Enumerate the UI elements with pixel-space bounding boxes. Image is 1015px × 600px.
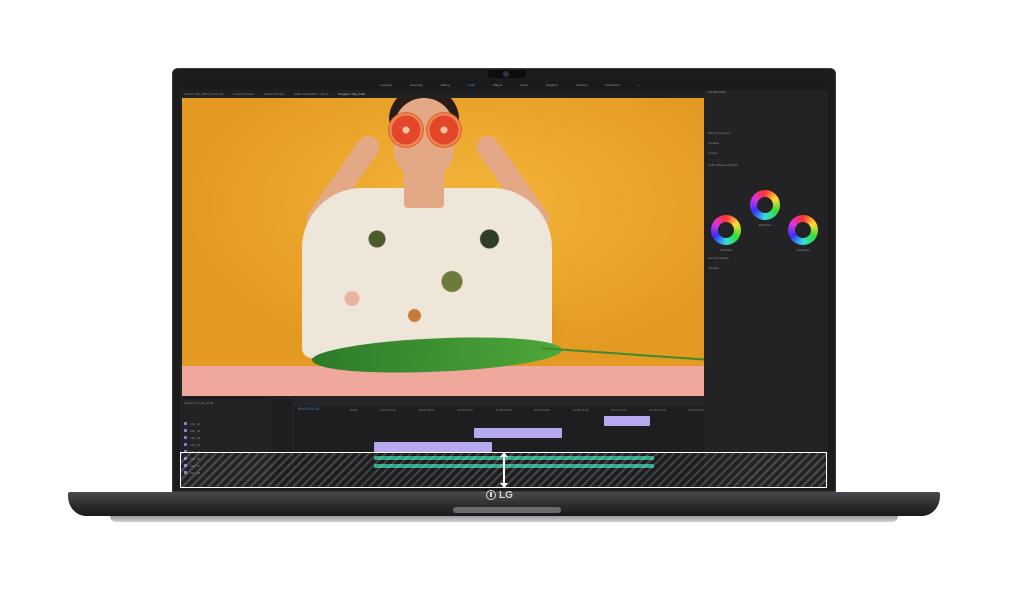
laptop-screen: Learning Assembly Editing Color Effects … <box>180 80 828 488</box>
project-title: Project: Lumetri_Final <box>184 400 214 405</box>
panel-tab[interactable]: Lumetri Scopes <box>233 92 254 96</box>
workspace-tab[interactable]: Assembly <box>410 83 423 87</box>
lg-logo-icon <box>486 490 496 500</box>
midtones-label: Midtones <box>758 223 772 227</box>
panel-tab[interactable]: Audio Track Mixer: Clip_A <box>294 92 329 96</box>
project-item[interactable]: Clip_04 <box>184 442 268 447</box>
section-basic[interactable]: Basic Correction <box>708 130 730 136</box>
ruler-tick: 00:00:10:00 <box>534 408 550 412</box>
highlights-label: Highlights <box>796 248 810 252</box>
shadows-label: Shadows <box>719 248 733 252</box>
laptop-base-lip <box>110 516 898 522</box>
timeline-header <box>294 398 704 406</box>
timeline-timecode[interactable]: 00:00:01:19 <box>298 406 319 411</box>
workspace-tab[interactable]: Production <box>605 83 619 87</box>
ruler-tick: 00:00 <box>350 408 358 412</box>
workspace-tab-active[interactable]: Color <box>468 83 475 87</box>
brand-mark: LG <box>486 489 513 501</box>
ruler-tick: 00:00:18:00 <box>688 408 704 412</box>
grapefruit-half-left <box>388 112 424 148</box>
panel-tab-active[interactable]: Program: Clip_Final <box>338 92 365 96</box>
midtones-wheel[interactable] <box>750 190 780 220</box>
highlights-wheel[interactable] <box>788 215 818 245</box>
panel-tab[interactable]: Effect Controls <box>264 92 284 96</box>
program-monitor[interactable] <box>182 98 704 396</box>
ruler-tick: 00:00:12:00 <box>572 408 589 412</box>
panel-tab[interactable]: Source: Clip_Main_Final.mp4 <box>184 92 223 96</box>
webcam <box>488 70 526 78</box>
project-item[interactable]: Clip_03 <box>184 435 268 440</box>
ruler-tick: 00:00:02:00 <box>380 408 396 412</box>
opening-notch <box>453 507 561 513</box>
video-clip[interactable] <box>604 416 650 426</box>
grapefruit-half-right <box>426 112 462 148</box>
ruler-tick: 00:00:04:00 <box>418 408 435 412</box>
double-arrow-icon <box>500 452 508 488</box>
video-clip[interactable] <box>374 442 492 452</box>
section-color-wheels[interactable]: Color Wheels & Match <box>708 162 738 168</box>
panel-tab-bar: Source: Clip_Main_Final.mp4 Lumetri Scop… <box>180 90 704 97</box>
workspace-tab[interactable]: Learning <box>380 83 392 87</box>
workspace-tab[interactable]: Libraries <box>576 83 588 87</box>
project-item[interactable]: Clip_01 <box>184 421 268 426</box>
brand-name: LG <box>499 489 513 501</box>
workspace-tab[interactable]: Graphics <box>546 83 558 87</box>
ruler-tick: 00:00:06:00 <box>457 408 473 412</box>
workspace-bar: Learning Assembly Editing Color Effects … <box>180 80 828 90</box>
section-creative[interactable]: Creative <box>708 140 719 146</box>
lumetri-panel: Lumetri Color Basic Correction Creative … <box>706 90 828 488</box>
section-curves[interactable]: Curves <box>708 150 718 156</box>
workspace-overflow[interactable]: » <box>638 83 640 87</box>
video-clip[interactable] <box>474 428 562 438</box>
panel-title: Lumetri Color <box>708 90 727 94</box>
ruler-tick: 00:00:14:00 <box>611 408 627 412</box>
webcam-lens <box>503 71 509 77</box>
product-photo: Learning Assembly Editing Color Effects … <box>0 0 1015 600</box>
workspace-tab[interactable]: Audio <box>520 83 528 87</box>
shadows-wheel[interactable] <box>711 215 741 245</box>
project-item[interactable]: Clip_02 <box>184 428 268 433</box>
workspace-tab[interactable]: Effects <box>493 83 502 87</box>
ruler-tick: 00:00:08:00 <box>495 408 512 412</box>
floral-shirt <box>302 188 552 358</box>
ruler-tick: 00:00:16:00 <box>649 408 666 412</box>
timeline-ruler: 00:00 00:00:02:00 00:00:04:00 00:00:06:0… <box>350 408 704 413</box>
workspace-tab[interactable]: Editing <box>441 83 450 87</box>
section-hsl[interactable]: HSL Secondary <box>708 255 729 261</box>
section-vignette[interactable]: Vignette <box>708 265 719 271</box>
